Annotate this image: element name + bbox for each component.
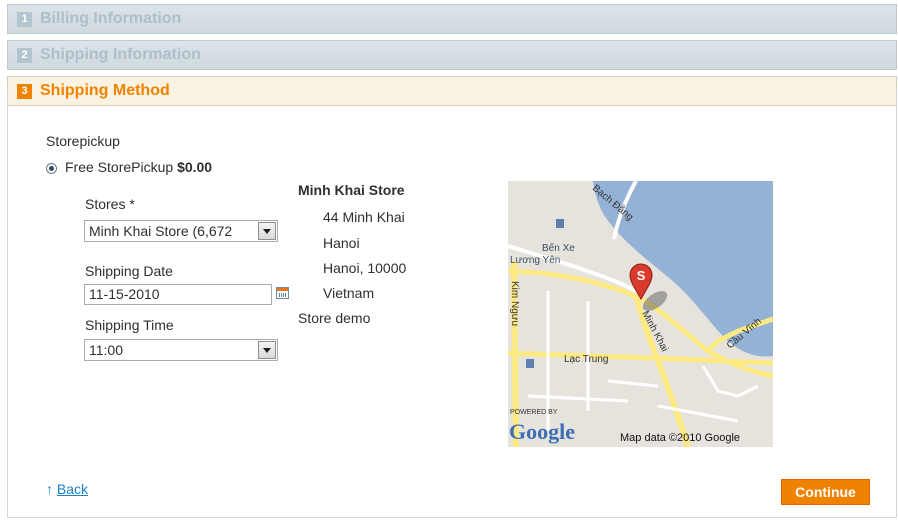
store-street: 44 Minh Khai <box>323 209 405 225</box>
option-label-text: Free StorePickup <box>65 159 174 175</box>
map-marker-label: S <box>637 268 646 283</box>
method-group-title: Storepickup <box>46 133 120 149</box>
step-number: 2 <box>17 47 32 63</box>
free-storepickup-radio[interactable] <box>46 163 57 174</box>
store-description: Store demo <box>298 310 371 326</box>
step-title: Billing Information <box>40 10 182 27</box>
store-map[interactable]: S Bạch Đằng Bến Xe Lương Yên Kim Ngưu Mi… <box>508 181 773 447</box>
map-label-kim-nguu: Kim Ngưu <box>509 281 520 326</box>
stores-select-value: Minh Khai Store (6,672 <box>89 223 233 239</box>
store-name: Minh Khai Store <box>298 182 405 198</box>
store-city: Hanoi <box>323 235 360 251</box>
map-canvas: S Bạch Đằng Bến Xe Lương Yên Kim Ngưu Mi… <box>508 181 773 447</box>
shipping-time-value: 11:00 <box>89 342 123 358</box>
map-powered-by: POWERED BY <box>510 409 558 416</box>
step-billing-information[interactable]: 1 Billing Information <box>7 4 897 34</box>
map-label-ben-xe: Bến Xe <box>542 242 575 254</box>
stores-label: Stores * <box>85 196 135 212</box>
map-label-luong-yen: Lương Yên <box>510 255 560 266</box>
shipping-date-input[interactable]: 11-15-2010 <box>84 284 272 305</box>
store-country: Vietnam <box>323 285 375 301</box>
step-number: 1 <box>17 11 32 27</box>
map-label-lac-trung: Lạc Trung <box>564 354 608 365</box>
calendar-icon[interactable] <box>276 287 289 299</box>
step-title: Shipping Information <box>40 46 201 63</box>
back-link-label[interactable]: Back <box>57 481 88 497</box>
checkout-page: 1 Billing Information 2 Shipping Informa… <box>0 0 897 527</box>
back-link[interactable]: ↑ Back <box>46 481 88 497</box>
shipping-date-label: Shipping Date <box>85 263 173 279</box>
step-shipping-information[interactable]: 2 Shipping Information <box>7 40 897 70</box>
google-logo: Google <box>509 419 575 444</box>
chevron-down-icon <box>258 222 276 240</box>
map-attribution: Map data ©2010 Google <box>620 432 740 444</box>
option-price: $0.00 <box>177 159 213 175</box>
shipping-time-select[interactable]: 11:00 <box>84 339 278 361</box>
store-region-zip: Hanoi, 10000 <box>323 260 407 276</box>
up-arrow-icon: ↑ <box>46 481 53 497</box>
continue-button[interactable]: Continue <box>781 479 870 505</box>
method-option-label[interactable]: Free StorePickup $0.00 <box>65 159 212 175</box>
chevron-down-icon <box>258 341 276 359</box>
stores-select[interactable]: Minh Khai Store (6,672 <box>84 220 278 242</box>
shipping-time-label: Shipping Time <box>85 317 174 333</box>
